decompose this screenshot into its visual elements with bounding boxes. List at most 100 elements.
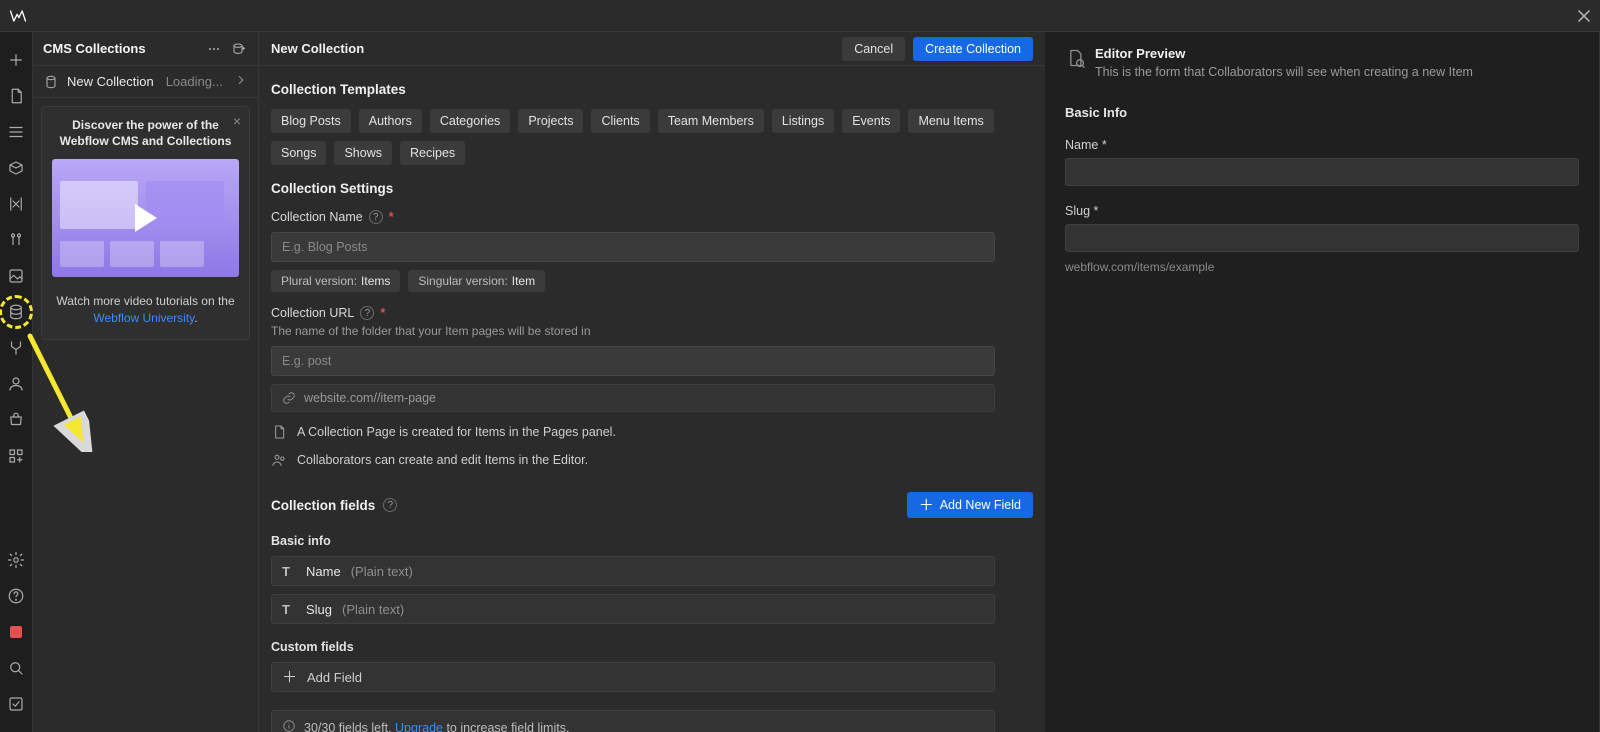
limits-suffix: to increase field limits. bbox=[443, 721, 569, 732]
collection-fields-heading: Collection fields bbox=[271, 498, 375, 513]
search-icon[interactable] bbox=[5, 657, 27, 679]
preview-url-hint: webflow.com/items/example bbox=[1065, 260, 1579, 274]
info-collaborators: Collaborators can create and edit Items … bbox=[297, 453, 588, 467]
template-chip[interactable]: Songs bbox=[271, 141, 326, 165]
preview-icon bbox=[1065, 48, 1085, 68]
add-icon[interactable] bbox=[5, 49, 27, 71]
info-icon bbox=[282, 719, 296, 732]
discover-title: Discover the power of the Webflow CMS an… bbox=[52, 117, 239, 149]
preview-slug-input[interactable] bbox=[1065, 224, 1579, 252]
template-chip[interactable]: Blog Posts bbox=[271, 109, 351, 133]
field-limits-row: 30/30 fields left. Upgrade to increase f… bbox=[271, 710, 995, 732]
collection-url-value: website.com//item-page bbox=[304, 391, 436, 405]
ecommerce-icon[interactable] bbox=[5, 409, 27, 431]
template-chip[interactable]: Listings bbox=[772, 109, 834, 133]
collection-name: New Collection bbox=[67, 74, 154, 89]
chevron-right-icon bbox=[234, 73, 248, 90]
app-topbar bbox=[0, 0, 1600, 32]
template-chip[interactable]: Authors bbox=[359, 109, 422, 133]
style-icon[interactable] bbox=[5, 229, 27, 251]
more-options-icon[interactable] bbox=[204, 39, 224, 59]
template-chips: Blog Posts Authors Categories Projects C… bbox=[271, 109, 1033, 165]
new-collection-icon[interactable] bbox=[228, 39, 248, 59]
audit-icon[interactable] bbox=[5, 693, 27, 715]
page-icon bbox=[271, 424, 287, 440]
templates-heading: Collection Templates bbox=[271, 82, 1033, 97]
help-icon[interactable] bbox=[5, 585, 27, 607]
add-new-field-button[interactable]: ＋Add New Field bbox=[907, 492, 1033, 518]
template-chip[interactable]: Clients bbox=[591, 109, 649, 133]
cancel-button[interactable]: Cancel bbox=[842, 37, 905, 61]
field-type: (Plain text) bbox=[342, 602, 404, 617]
basic-info-heading: Basic info bbox=[271, 534, 1033, 548]
assets-icon[interactable] bbox=[5, 265, 27, 287]
webflow-university-link[interactable]: Webflow University bbox=[93, 311, 194, 325]
template-chip[interactable]: Projects bbox=[518, 109, 583, 133]
apps-icon[interactable] bbox=[5, 445, 27, 467]
close-icon[interactable] bbox=[1576, 8, 1592, 24]
plural-pill: Plural version:Items bbox=[271, 270, 400, 292]
components-icon[interactable] bbox=[5, 157, 27, 179]
help-icon[interactable]: ? bbox=[369, 210, 383, 224]
limits-prefix: 30/30 fields left. bbox=[304, 721, 395, 732]
settings-gear-icon[interactable] bbox=[5, 549, 27, 571]
plus-icon: ＋ bbox=[282, 670, 297, 685]
settings-heading: Collection Settings bbox=[271, 181, 1033, 196]
play-icon bbox=[135, 204, 157, 232]
add-field-row[interactable]: ＋ Add Field bbox=[271, 662, 995, 692]
custom-fields-heading: Custom fields bbox=[271, 640, 1033, 654]
preview-title: Editor Preview bbox=[1095, 46, 1473, 61]
template-chip[interactable]: Menu Items bbox=[908, 109, 993, 133]
field-row[interactable]: T Name (Plain text) bbox=[271, 556, 995, 586]
required-star: * bbox=[389, 210, 394, 224]
template-chip[interactable]: Events bbox=[842, 109, 900, 133]
template-chip[interactable]: Recipes bbox=[400, 141, 465, 165]
collection-url-input[interactable] bbox=[271, 346, 995, 376]
left-rail bbox=[0, 32, 33, 732]
add-field-label: Add Field bbox=[307, 670, 362, 685]
tutorial-video-thumbnail[interactable] bbox=[52, 159, 239, 277]
video-stop-icon[interactable] bbox=[5, 621, 27, 643]
center-panel: New Collection Cancel Create Collection … bbox=[259, 32, 1045, 732]
help-icon[interactable]: ? bbox=[383, 498, 397, 512]
link-icon bbox=[282, 391, 296, 405]
discover-card: × Discover the power of the Webflow CMS … bbox=[41, 106, 250, 340]
panel-title: New Collection bbox=[271, 41, 834, 56]
cms-icon[interactable] bbox=[5, 301, 27, 323]
collection-url-label: Collection URL bbox=[271, 306, 354, 320]
field-name: Name bbox=[306, 564, 341, 579]
discover-prefix: Watch more video tutorials on the bbox=[56, 294, 234, 308]
collection-list-item[interactable]: New Collection Loading... bbox=[33, 66, 258, 98]
field-name: Slug bbox=[306, 602, 332, 617]
collection-url-help: The name of the folder that your Item pa… bbox=[271, 324, 1033, 338]
field-type: (Plain text) bbox=[351, 564, 413, 579]
users-icon[interactable] bbox=[5, 373, 27, 395]
text-type-icon: T bbox=[282, 602, 296, 617]
collection-name-input[interactable] bbox=[271, 232, 995, 262]
navigator-icon[interactable] bbox=[5, 121, 27, 143]
dismiss-card-icon[interactable]: × bbox=[233, 113, 241, 129]
pages-icon[interactable] bbox=[5, 85, 27, 107]
variables-icon[interactable] bbox=[5, 193, 27, 215]
editor-preview-panel: Editor Preview This is the form that Col… bbox=[1045, 32, 1599, 732]
template-chip[interactable]: Team Members bbox=[658, 109, 764, 133]
collection-loading-text: Loading... bbox=[166, 74, 223, 89]
preview-basic-info-heading: Basic Info bbox=[1065, 105, 1579, 120]
upgrade-link[interactable]: Upgrade bbox=[395, 721, 443, 732]
text-type-icon: T bbox=[282, 564, 296, 579]
sidebar-title: CMS Collections bbox=[43, 41, 200, 56]
preview-name-label: Name * bbox=[1065, 138, 1579, 152]
logic-icon[interactable] bbox=[5, 337, 27, 359]
collaborators-icon bbox=[271, 452, 287, 468]
preview-name-input[interactable] bbox=[1065, 158, 1579, 186]
required-star: * bbox=[380, 306, 385, 320]
webflow-logo-icon[interactable] bbox=[8, 6, 28, 26]
collection-url-preview: website.com//item-page bbox=[271, 384, 995, 412]
info-collection-page: A Collection Page is created for Items i… bbox=[297, 425, 616, 439]
field-row[interactable]: T Slug (Plain text) bbox=[271, 594, 995, 624]
template-chip[interactable]: Categories bbox=[430, 109, 510, 133]
preview-slug-label: Slug * bbox=[1065, 204, 1579, 218]
help-icon[interactable]: ? bbox=[360, 306, 374, 320]
create-collection-button[interactable]: Create Collection bbox=[913, 37, 1033, 61]
template-chip[interactable]: Shows bbox=[334, 141, 392, 165]
